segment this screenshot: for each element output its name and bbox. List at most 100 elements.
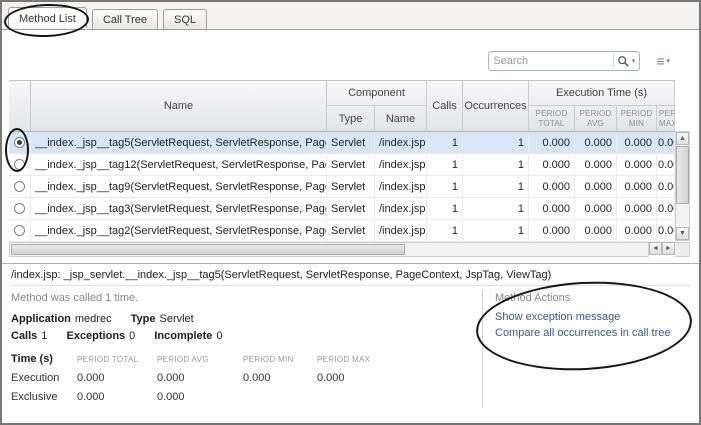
cell-occurrences: 1 bbox=[463, 154, 529, 175]
search-input[interactable] bbox=[493, 55, 609, 67]
cell-component-type: Servlet bbox=[327, 176, 375, 197]
cell-period-max: 0.000 bbox=[657, 220, 675, 241]
calls-exceptions-line: Calls1 Exceptions0 Incomplete0 bbox=[11, 330, 482, 342]
method-actions-panel: Method Actions Show exception message Co… bbox=[482, 290, 690, 408]
cell-period-avg: 0.000 bbox=[575, 154, 617, 175]
table-header: Name Component Type Name Calls Occurrenc… bbox=[9, 80, 675, 132]
application-value: medrec bbox=[75, 313, 112, 325]
table-row[interactable]: __index._jsp__tag9(ServletRequest, Servl… bbox=[9, 176, 675, 198]
scroll-right-icon[interactable]: ► bbox=[662, 242, 675, 255]
scroll-up-icon[interactable]: ▲ bbox=[676, 132, 689, 145]
radio-button[interactable] bbox=[14, 181, 25, 192]
cell-method-name: __index._jsp__tag9(ServletRequest, Servl… bbox=[31, 176, 327, 197]
search-icon[interactable] bbox=[617, 55, 630, 68]
time-table-label: Time (s) bbox=[11, 353, 77, 365]
cell-occurrences: 1 bbox=[463, 198, 529, 219]
scrollbar-corner bbox=[675, 242, 690, 257]
cell-component-name: /index.jsp bbox=[375, 132, 427, 153]
table-body: __index._jsp__tag5(ServletRequest, Servl… bbox=[9, 132, 675, 242]
tab-method-list[interactable]: Method List bbox=[8, 7, 87, 28]
scroll-left-icon[interactable]: ◄ bbox=[649, 242, 662, 255]
cell-period-min: 0.000 bbox=[617, 198, 657, 219]
cell-calls: 1 bbox=[427, 154, 463, 175]
header-occurrences[interactable]: Occurrences bbox=[463, 81, 529, 131]
horizontal-scroll-thumb[interactable] bbox=[11, 244, 405, 255]
method-signature-title: /index.jsp: _jsp_servlet.__index._jsp__t… bbox=[11, 269, 690, 286]
time-table: Time (s) PERIOD TOTAL PERIOD AVG PERIOD … bbox=[11, 353, 482, 403]
table-row[interactable]: __index._jsp__tag5(ServletRequest, Servl… bbox=[9, 132, 675, 154]
header-component[interactable]: Component bbox=[327, 81, 427, 106]
calls-value: 1 bbox=[41, 330, 47, 342]
tab-call-tree[interactable]: Call Tree bbox=[92, 9, 158, 29]
cell-calls: 1 bbox=[427, 198, 463, 219]
vertical-scrollbar[interactable]: ▲ ▼ bbox=[675, 131, 690, 241]
type-value: Servlet bbox=[160, 313, 194, 325]
tab-bar: Method List Call Tree SQL bbox=[2, 2, 699, 30]
action-compare-occurrences[interactable]: Compare all occurrences in call tree bbox=[495, 327, 690, 339]
header-period-avg[interactable]: PERIOD AVG bbox=[575, 106, 617, 131]
header-period-max[interactable]: PERIOD MAX bbox=[657, 106, 675, 131]
cell-component-type: Servlet bbox=[327, 220, 375, 241]
cell-period-min: 0.000 bbox=[617, 154, 657, 175]
cell-method-name: __index._jsp__tag3(ServletRequest, Servl… bbox=[31, 198, 327, 219]
time-value: 0.000 bbox=[243, 372, 317, 384]
row-radio-cell[interactable] bbox=[9, 132, 31, 153]
horizontal-scrollbar[interactable]: ◄ ► bbox=[9, 242, 690, 257]
header-component-name[interactable]: Name bbox=[375, 106, 427, 131]
cell-component-name: /index.jsp bbox=[375, 154, 427, 175]
cell-calls: 1 bbox=[427, 132, 463, 153]
cell-period-min: 0.000 bbox=[617, 176, 657, 197]
table-toolbar: ▾ ≡▾ bbox=[9, 50, 692, 72]
header-radio-column bbox=[9, 81, 31, 131]
header-component-type[interactable]: Type bbox=[327, 106, 375, 131]
cell-period-total: 0.000 bbox=[529, 132, 575, 153]
search-box[interactable]: ▾ bbox=[488, 51, 640, 71]
time-value: 0.000 bbox=[317, 372, 397, 384]
cell-period-min: 0.000 bbox=[617, 220, 657, 241]
cell-period-max: 0.000 bbox=[657, 176, 675, 197]
row-radio-cell[interactable] bbox=[9, 220, 31, 241]
time-row-label: Exclusive bbox=[11, 391, 77, 403]
method-details-panel: /index.jsp: _jsp_servlet.__index._jsp__t… bbox=[2, 263, 699, 419]
horizontal-scroll-track[interactable] bbox=[9, 242, 649, 257]
header-name[interactable]: Name bbox=[31, 81, 327, 131]
table-row[interactable]: __index._jsp__tag12(ServletRequest, Serv… bbox=[9, 154, 675, 176]
radio-button[interactable] bbox=[14, 137, 25, 148]
cell-method-name: __index._jsp__tag5(ServletRequest, Servl… bbox=[31, 132, 327, 153]
header-period-total[interactable]: PERIOD TOTAL bbox=[529, 106, 575, 131]
table-row[interactable]: __index._jsp__tag3(ServletRequest, Servl… bbox=[9, 198, 675, 220]
cell-period-total: 0.000 bbox=[529, 176, 575, 197]
cell-period-avg: 0.000 bbox=[575, 198, 617, 219]
cell-period-max: 0.000 bbox=[657, 198, 675, 219]
header-calls[interactable]: Calls bbox=[427, 81, 463, 131]
scroll-down-icon[interactable]: ▼ bbox=[676, 227, 689, 240]
application-type-line: Applicationmedrec TypeServlet bbox=[11, 313, 482, 325]
cell-component-name: /index.jsp bbox=[375, 198, 427, 219]
search-dropdown-icon[interactable]: ▾ bbox=[632, 57, 636, 65]
header-execution-time[interactable]: Execution Time (s) bbox=[529, 81, 675, 106]
cell-occurrences: 1 bbox=[463, 176, 529, 197]
search-separator bbox=[613, 54, 614, 68]
row-radio-cell[interactable] bbox=[9, 198, 31, 219]
action-show-exception-message[interactable]: Show exception message bbox=[495, 311, 690, 323]
row-radio-cell[interactable] bbox=[9, 154, 31, 175]
time-value: 0.000 bbox=[77, 372, 157, 384]
row-radio-cell[interactable] bbox=[9, 176, 31, 197]
cell-component-type: Servlet bbox=[327, 198, 375, 219]
radio-button[interactable] bbox=[14, 225, 25, 236]
cell-period-avg: 0.000 bbox=[575, 132, 617, 153]
tab-sql[interactable]: SQL bbox=[163, 9, 207, 29]
radio-button[interactable] bbox=[14, 203, 25, 214]
table-row[interactable]: __index._jsp__tag2(ServletRequest, Servl… bbox=[9, 220, 675, 242]
table-view-menu-icon[interactable]: ≡▾ bbox=[656, 54, 670, 68]
radio-button[interactable] bbox=[14, 159, 25, 170]
cell-occurrences: 1 bbox=[463, 220, 529, 241]
method-actions-title: Method Actions bbox=[495, 292, 690, 304]
time-value: 0.000 bbox=[157, 391, 243, 403]
header-period-min[interactable]: PERIOD MIN bbox=[617, 106, 657, 131]
vertical-scroll-thumb[interactable] bbox=[676, 146, 689, 204]
time-value: 0.000 bbox=[157, 372, 243, 384]
cell-period-avg: 0.000 bbox=[575, 220, 617, 241]
cell-method-name: __index._jsp__tag12(ServletRequest, Serv… bbox=[31, 154, 327, 175]
time-value: 0.000 bbox=[77, 391, 157, 403]
